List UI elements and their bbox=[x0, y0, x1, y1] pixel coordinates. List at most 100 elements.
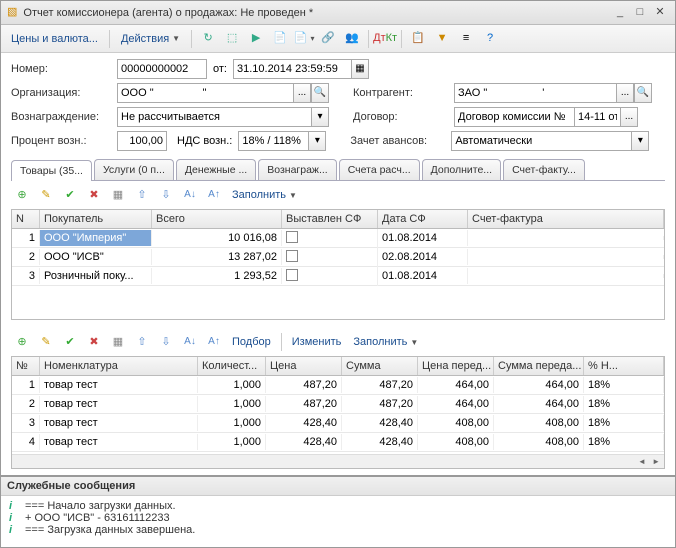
cell-invoiced[interactable] bbox=[282, 229, 378, 248]
doc-new-button[interactable]: 📄 bbox=[269, 28, 291, 50]
report-button[interactable]: 📋 bbox=[407, 28, 429, 50]
add-button[interactable]: ⊕ bbox=[11, 184, 33, 206]
table-row[interactable]: 3 товар тест 1,000 428,40 428,40 408,00 … bbox=[12, 414, 664, 433]
message-text: === Загрузка данных завершена. bbox=[25, 524, 195, 536]
grid-button[interactable]: ▦ bbox=[107, 331, 129, 353]
col-vat[interactable]: % Н... bbox=[584, 357, 664, 375]
calendar-icon[interactable]: ▦ bbox=[351, 59, 369, 79]
prices-menu[interactable]: Цены и валюта... bbox=[5, 30, 104, 48]
form-area: Номер: от: ▦ Организация: ...🔍 Контраген… bbox=[1, 53, 675, 475]
contract-input[interactable] bbox=[454, 107, 574, 127]
col-invdate[interactable]: Дата СФ bbox=[378, 210, 468, 228]
sort-asc-button[interactable]: A↓ bbox=[179, 331, 201, 353]
edit-button[interactable]: ✔ bbox=[59, 331, 81, 353]
col-price[interactable]: Цена bbox=[266, 357, 342, 375]
cp-search-button[interactable]: 🔍 bbox=[634, 83, 652, 103]
cell-invoiced[interactable] bbox=[282, 248, 378, 267]
refresh-button[interactable]: ↻ bbox=[197, 28, 219, 50]
link-button[interactable]: 🔗 bbox=[317, 28, 339, 50]
checkbox[interactable] bbox=[286, 250, 298, 262]
col-tsum[interactable]: Сумма переда... bbox=[494, 357, 584, 375]
cp-lookup-button[interactable]: ... bbox=[616, 83, 634, 103]
table-row[interactable]: 1 ООО "Империя" 10 016,08 01.08.2014 bbox=[12, 229, 664, 248]
tab-accounts[interactable]: Счета расч... bbox=[339, 159, 420, 180]
table-row[interactable]: 4 товар тест 1,000 428,40 428,40 408,00 … bbox=[12, 433, 664, 452]
message-text: === Начало загрузки данных. bbox=[25, 500, 176, 512]
col-invoiced[interactable]: Выставлен СФ bbox=[282, 210, 378, 228]
col-nom[interactable]: Номенклатура bbox=[40, 357, 198, 375]
tab-additional[interactable]: Дополните... bbox=[422, 159, 501, 180]
people-button[interactable]: 👥 bbox=[341, 28, 363, 50]
post-button[interactable]: ▶ bbox=[245, 28, 267, 50]
org-lookup-button[interactable]: ... bbox=[293, 83, 311, 103]
edit-button[interactable]: ✔ bbox=[59, 184, 81, 206]
copy-button[interactable]: ✎ bbox=[35, 331, 57, 353]
delete-button[interactable]: ✖ bbox=[83, 184, 105, 206]
tab-goods[interactable]: Товары (35... bbox=[11, 160, 92, 181]
table-row[interactable]: 2 товар тест 1,000 487,20 487,20 464,00 … bbox=[12, 395, 664, 414]
chevron-down-icon[interactable]: ▾ bbox=[308, 131, 326, 151]
reward-select[interactable] bbox=[117, 107, 311, 127]
col-sum[interactable]: Сумма bbox=[342, 357, 418, 375]
doc-arrow-button[interactable]: 📄▾ bbox=[293, 28, 315, 50]
fill-menu[interactable]: Заполнить▼ bbox=[227, 189, 302, 201]
scroll-area[interactable]: ◄ ► bbox=[12, 454, 664, 468]
pick-link[interactable]: Подбор bbox=[227, 336, 276, 348]
table-row[interactable]: 1 товар тест 1,000 487,20 487,20 464,00 … bbox=[12, 376, 664, 395]
counterparty-input[interactable] bbox=[454, 83, 616, 103]
actions-menu[interactable]: Действия▼ bbox=[115, 30, 186, 48]
cell-date: 02.08.2014 bbox=[378, 249, 468, 265]
cell-price: 487,20 bbox=[266, 377, 342, 393]
grid-button[interactable]: ▦ bbox=[107, 184, 129, 206]
col-invoice[interactable]: Счет-фактура bbox=[468, 210, 664, 228]
col-n[interactable]: N bbox=[12, 210, 40, 228]
table-row[interactable]: 3 Розничный поку... 1 293,52 01.08.2014 bbox=[12, 267, 664, 286]
tab-reward[interactable]: Вознаграж... bbox=[258, 159, 336, 180]
dtkt-button[interactable]: ДтКт bbox=[374, 28, 396, 50]
change-link[interactable]: Изменить bbox=[287, 336, 347, 348]
maximize-button[interactable]: □ bbox=[631, 5, 649, 21]
tab-invoice[interactable]: Счет-факту... bbox=[503, 159, 585, 180]
vat-select[interactable] bbox=[238, 131, 308, 151]
checkbox[interactable] bbox=[286, 269, 298, 281]
table-row[interactable]: 2 ООО "ИСВ" 13 287,02 02.08.2014 bbox=[12, 248, 664, 267]
sort-desc-button[interactable]: A↑ bbox=[203, 184, 225, 206]
tab-services[interactable]: Услуги (0 п... bbox=[94, 159, 174, 180]
filter-button[interactable]: ▼ bbox=[431, 28, 453, 50]
add-button[interactable]: ⊕ bbox=[11, 331, 33, 353]
col-total[interactable]: Всего bbox=[152, 210, 282, 228]
help-button[interactable]: ? bbox=[479, 28, 501, 50]
scroll-right-icon[interactable]: ► bbox=[652, 457, 660, 466]
save-button[interactable]: ⬚ bbox=[221, 28, 243, 50]
percent-input[interactable] bbox=[117, 131, 167, 151]
close-window-button[interactable]: ✕ bbox=[651, 5, 669, 21]
cell-invoiced[interactable] bbox=[282, 267, 378, 286]
move-up-button[interactable]: ⇧ bbox=[131, 184, 153, 206]
org-input[interactable] bbox=[117, 83, 293, 103]
date-input[interactable] bbox=[233, 59, 351, 79]
move-down-button[interactable]: ⇩ bbox=[155, 331, 177, 353]
chevron-down-icon[interactable]: ▾ bbox=[311, 107, 329, 127]
list-button[interactable]: ≡ bbox=[455, 28, 477, 50]
col-buyer[interactable]: Покупатель bbox=[40, 210, 152, 228]
checkbox[interactable] bbox=[286, 231, 298, 243]
tab-money[interactable]: Денежные ... bbox=[176, 159, 256, 180]
copy-button[interactable]: ✎ bbox=[35, 184, 57, 206]
move-down-button[interactable]: ⇩ bbox=[155, 184, 177, 206]
contract-lookup[interactable]: ... bbox=[620, 107, 638, 127]
number-input[interactable] bbox=[117, 59, 207, 79]
move-up-button[interactable]: ⇧ bbox=[131, 331, 153, 353]
org-search-button[interactable]: 🔍 bbox=[311, 83, 329, 103]
col-n[interactable]: № bbox=[12, 357, 40, 375]
minimize-button[interactable]: _ bbox=[611, 5, 629, 21]
sort-asc-button[interactable]: A↓ bbox=[179, 184, 201, 206]
col-tprice[interactable]: Цена перед... bbox=[418, 357, 494, 375]
scroll-left-icon[interactable]: ◄ bbox=[638, 457, 646, 466]
contract-extra-input[interactable] bbox=[574, 107, 620, 127]
delete-button[interactable]: ✖ bbox=[83, 331, 105, 353]
chevron-down-icon[interactable]: ▾ bbox=[631, 131, 649, 151]
col-qty[interactable]: Количест... bbox=[198, 357, 266, 375]
advance-select[interactable] bbox=[451, 131, 631, 151]
fill-menu[interactable]: Заполнить▼ bbox=[348, 336, 423, 348]
sort-desc-button[interactable]: A↑ bbox=[203, 331, 225, 353]
